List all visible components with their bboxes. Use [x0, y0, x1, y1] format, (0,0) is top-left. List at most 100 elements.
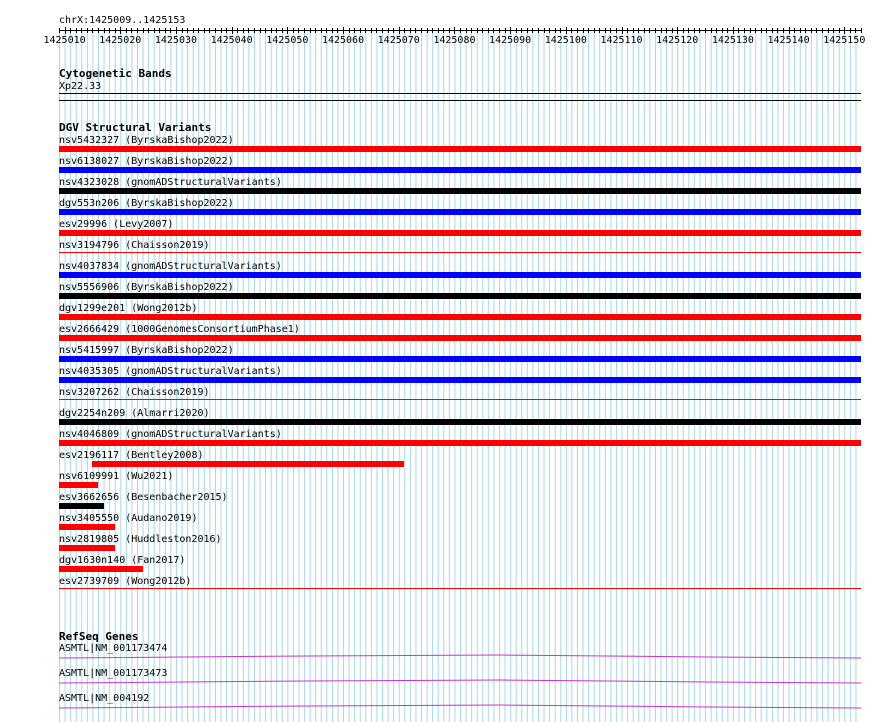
ruler-minor-tick — [760, 28, 762, 33]
variant-bar[interactable] — [59, 167, 861, 173]
ruler-minor-tick — [81, 28, 83, 33]
variant-label[interactable]: esv2196117 (Bentley2008) — [59, 450, 204, 461]
variant-bar[interactable] — [59, 566, 143, 572]
variant-label[interactable]: dgv1299e201 (Wong2012b) — [59, 303, 197, 314]
variant-bar[interactable] — [59, 545, 115, 551]
ruler-minor-tick — [75, 28, 77, 33]
ruler-minor-tick — [493, 28, 495, 33]
variant-label[interactable]: nsv5556906 (ByrskaBishop2022) — [59, 282, 234, 293]
variant-bar[interactable] — [59, 209, 861, 215]
ruler-minor-tick — [376, 28, 378, 33]
ruler-label: 1425040 — [210, 35, 253, 46]
ruler-minor-tick — [766, 28, 768, 33]
ruler-minor-tick — [576, 28, 578, 33]
gene-line[interactable] — [59, 678, 863, 686]
variant-label[interactable]: dgv2254n209 (Almarri2020) — [59, 408, 210, 419]
ruler-minor-tick — [92, 28, 94, 33]
variant-bar[interactable] — [59, 419, 861, 425]
variant-bar[interactable] — [59, 335, 861, 341]
gene-line[interactable] — [59, 703, 863, 711]
variant-bar[interactable] — [59, 252, 861, 253]
ruler-minor-tick — [103, 28, 105, 33]
variant-bar[interactable] — [59, 272, 861, 278]
ruler-minor-tick — [354, 28, 356, 33]
ruler-minor-tick — [554, 28, 556, 33]
ruler-minor-tick — [794, 28, 796, 33]
ruler-minor-tick — [593, 28, 595, 33]
ruler-minor-tick — [838, 28, 840, 33]
variant-bar[interactable] — [92, 461, 405, 467]
ruler-minor-tick — [515, 28, 517, 33]
variant-label[interactable]: nsv2819805 (Huddleston2016) — [59, 534, 222, 545]
variant-label[interactable]: nsv3405550 (Audano2019) — [59, 513, 197, 524]
variant-label[interactable]: nsv3194796 (Chaisson2019) — [59, 240, 210, 251]
ruler-minor-tick — [632, 28, 634, 33]
variant-label[interactable]: nsv4046809 (gnomADStructuralVariants) — [59, 429, 282, 440]
variant-label[interactable]: esv29996 (Levy2007) — [59, 219, 173, 230]
ruler-minor-tick — [421, 28, 422, 33]
ruler-minor-tick — [393, 28, 395, 33]
ruler-label: 1425010 — [43, 35, 86, 46]
dgv-track-title[interactable]: DGV Structural Variants — [59, 122, 211, 134]
variant-bar[interactable] — [59, 524, 115, 530]
variant-label[interactable]: esv2666429 (1000GenomesConsortiumPhase1) — [59, 324, 300, 335]
variant-label[interactable]: nsv6138027 (ByrskaBishop2022) — [59, 156, 234, 167]
ruler-minor-tick — [599, 28, 601, 33]
variant-label[interactable]: nsv5415997 (ByrskaBishop2022) — [59, 345, 234, 356]
variant-bar[interactable] — [59, 377, 861, 383]
ruler-major-tick — [231, 27, 233, 34]
ruler-major-tick — [788, 27, 790, 34]
ruler-minor-tick — [426, 28, 428, 33]
ruler-minor-tick — [810, 28, 812, 33]
variant-bar[interactable] — [59, 230, 861, 236]
variant-bar[interactable] — [59, 293, 861, 299]
ruler-minor-tick — [749, 28, 751, 33]
ruler-minor-tick — [460, 28, 461, 33]
ruler-label: 1425120 — [656, 35, 699, 46]
variant-label[interactable]: nsv4035305 (gnomADStructuralVariants) — [59, 366, 282, 377]
variant-bar[interactable] — [59, 399, 861, 400]
variant-label[interactable]: dgv1630n140 (Fan2017) — [59, 555, 185, 566]
ruler-minor-tick — [209, 28, 211, 33]
ruler-minor-tick — [348, 28, 350, 33]
variant-bar[interactable] — [59, 188, 861, 194]
ruler-minor-tick — [571, 28, 573, 33]
variant-label[interactable]: nsv3207262 (Chaisson2019) — [59, 387, 210, 398]
variant-bar[interactable] — [59, 314, 861, 320]
variant-bar[interactable] — [59, 503, 104, 509]
ruler-minor-tick — [666, 28, 668, 33]
ruler-minor-tick — [465, 28, 467, 33]
ruler-minor-tick — [827, 28, 829, 33]
ruler-minor-tick — [298, 28, 300, 33]
ruler-major-tick — [287, 27, 289, 34]
variant-label[interactable]: nsv4037834 (gnomADStructuralVariants) — [59, 261, 282, 272]
ruler-label: 1425140 — [767, 35, 810, 46]
ruler-label: 1425060 — [321, 35, 365, 46]
ruler-minor-tick — [833, 28, 835, 33]
variant-bar[interactable] — [59, 146, 861, 152]
variant-label[interactable]: esv3662656 (Besenbacher2015) — [59, 492, 228, 503]
cytoband-label[interactable]: Xp22.33 — [59, 81, 101, 92]
ruler-minor-tick — [220, 28, 222, 33]
ruler-major-tick — [120, 27, 122, 34]
variant-label[interactable]: nsv5432327 (ByrskaBishop2022) — [59, 135, 234, 146]
refseq-track-title[interactable]: RefSeq Genes — [59, 631, 138, 643]
cytoband-track-title[interactable]: Cytogenetic Bands — [59, 68, 172, 80]
ruler-minor-tick — [783, 28, 785, 33]
variant-bar[interactable] — [59, 356, 861, 362]
variant-bar[interactable] — [59, 440, 861, 446]
gene-line[interactable] — [59, 653, 863, 661]
variant-label[interactable]: esv2739709 (Wong2012b) — [59, 576, 191, 587]
ruler-minor-tick — [671, 28, 673, 33]
variant-label[interactable]: dgv553n206 (ByrskaBishop2022) — [59, 198, 234, 209]
ruler-minor-tick — [265, 28, 267, 33]
region-label: chrX:1425009..1425153 — [59, 15, 186, 26]
ruler-minor-tick — [187, 28, 189, 33]
variant-label[interactable]: nsv6109991 (Wu2021) — [59, 471, 173, 482]
ruler-minor-tick — [604, 28, 606, 33]
variant-bar[interactable] — [59, 588, 861, 589]
variant-label[interactable]: nsv4323028 (gnomADStructuralVariants) — [59, 177, 282, 188]
variant-bar[interactable] — [59, 482, 98, 488]
ruler-minor-tick — [337, 28, 339, 33]
ruler-minor-tick — [359, 28, 361, 33]
